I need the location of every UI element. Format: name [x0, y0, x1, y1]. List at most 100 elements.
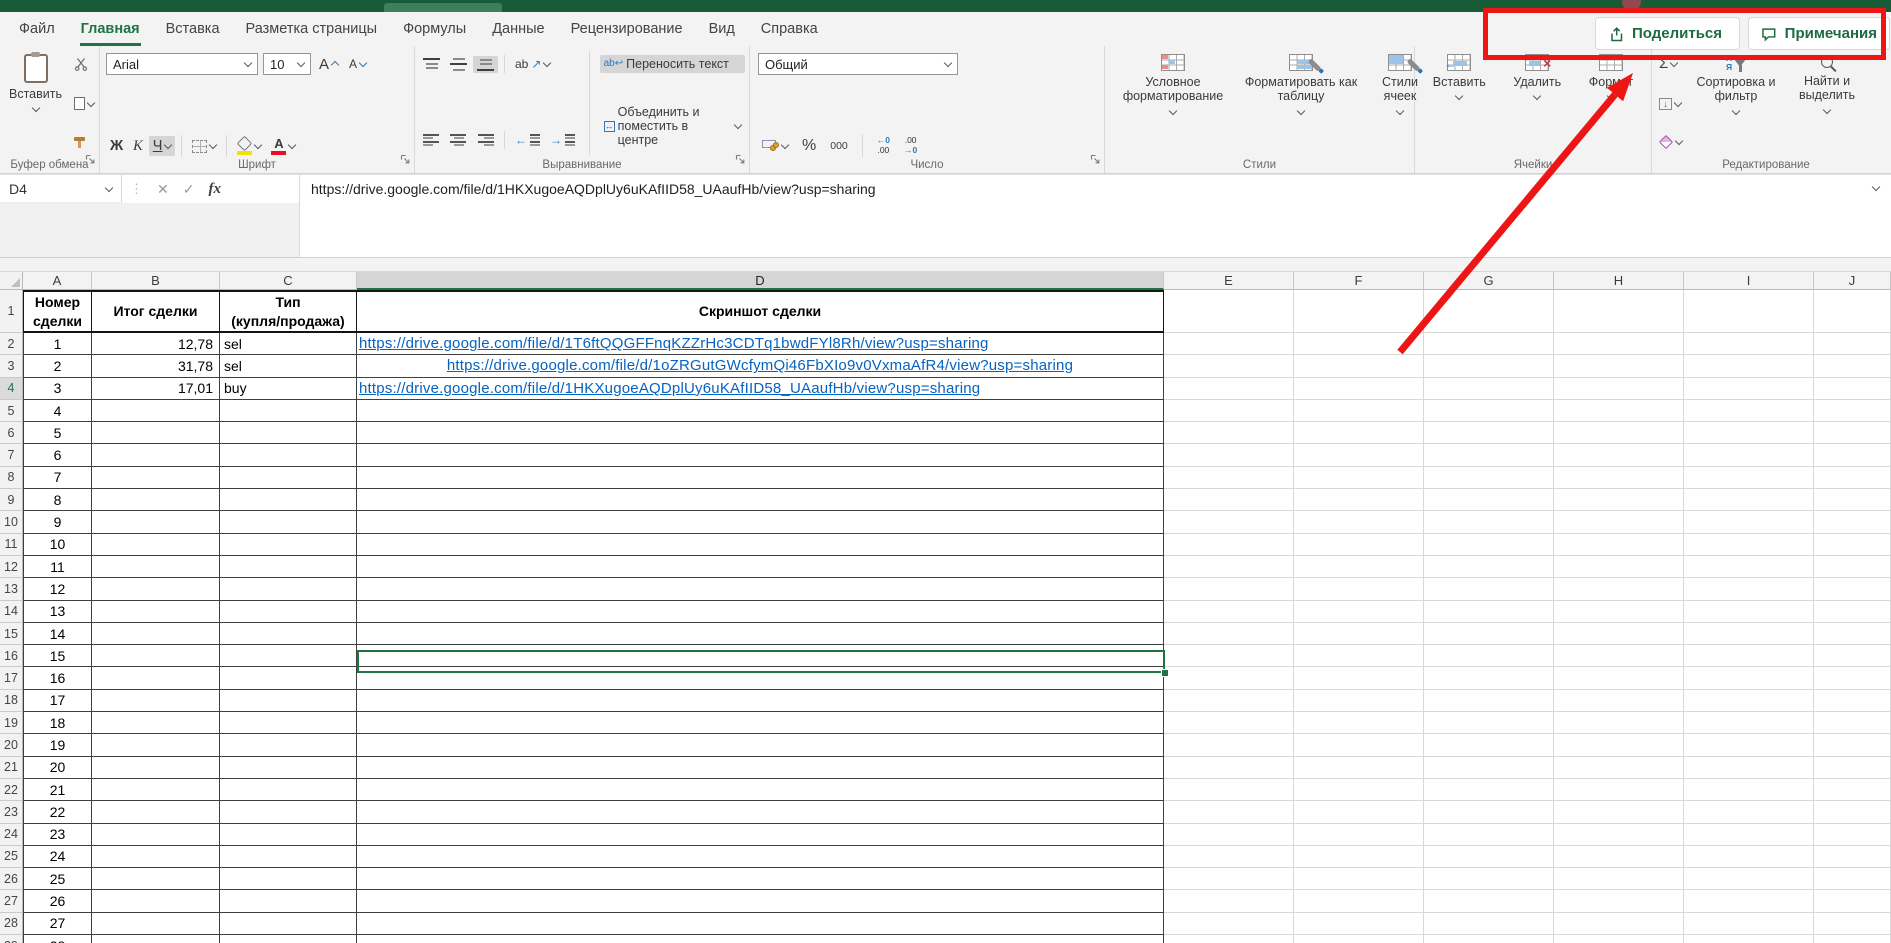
cell-C11[interactable]	[220, 533, 357, 556]
cell-F25[interactable]	[1294, 845, 1424, 869]
cell-G21[interactable]	[1424, 756, 1554, 779]
column-header-B[interactable]: B	[92, 272, 220, 290]
cell-G8[interactable]	[1424, 466, 1554, 490]
cell-I12[interactable]	[1684, 555, 1814, 579]
cell-J28[interactable]	[1814, 912, 1891, 936]
cell-D29[interactable]	[357, 935, 1164, 943]
cell-I5[interactable]	[1684, 399, 1814, 423]
cell-B27[interactable]	[92, 890, 220, 913]
borders-button[interactable]	[188, 138, 220, 155]
cell-H19[interactable]	[1554, 712, 1684, 735]
row-header-18[interactable]: 18	[0, 689, 23, 713]
row-header-21[interactable]: 21	[0, 756, 23, 779]
align-left-button[interactable]	[419, 132, 444, 149]
wrap-text-button[interactable]: ab↩ Переносить текст	[599, 55, 745, 73]
row-header-23[interactable]: 23	[0, 801, 23, 824]
cell-G18[interactable]	[1424, 689, 1554, 713]
decrease-decimal-button[interactable]: .00 →0	[900, 134, 921, 157]
cell-J2[interactable]	[1814, 333, 1891, 356]
cell-B15[interactable]	[92, 622, 220, 646]
cell-E11[interactable]	[1164, 533, 1294, 556]
cell-A8[interactable]: 7	[23, 466, 92, 490]
font-name-combo[interactable]: Arial	[106, 53, 258, 75]
cell-B20[interactable]	[92, 734, 220, 757]
cell-H18[interactable]	[1554, 689, 1684, 713]
cell-J11[interactable]	[1814, 533, 1891, 556]
cell-F15[interactable]	[1294, 622, 1424, 646]
cell-J12[interactable]	[1814, 555, 1891, 579]
cell-C3[interactable]: sel	[220, 355, 357, 378]
cut-button[interactable]	[71, 55, 97, 73]
cell-I6[interactable]	[1684, 422, 1814, 445]
cell-E9[interactable]	[1164, 489, 1294, 512]
column-header-H[interactable]: H	[1554, 272, 1684, 290]
cell-B22[interactable]	[92, 778, 220, 802]
cell-G19[interactable]	[1424, 712, 1554, 735]
column-header-A[interactable]: A	[23, 272, 92, 290]
cell-I10[interactable]	[1684, 511, 1814, 534]
cell-H21[interactable]	[1554, 756, 1684, 779]
cell-E27[interactable]	[1164, 890, 1294, 913]
cell-H27[interactable]	[1554, 890, 1684, 913]
cell-A21[interactable]: 20	[23, 756, 92, 779]
cell-D25[interactable]	[357, 845, 1164, 869]
cell-F2[interactable]	[1294, 333, 1424, 356]
cancel-icon[interactable]: ✕	[157, 181, 169, 198]
cell-C12[interactable]	[220, 555, 357, 579]
align-top-button[interactable]	[419, 56, 444, 73]
cell-D12[interactable]	[357, 555, 1164, 579]
tab-help[interactable]: Справка	[748, 12, 831, 46]
cell-B29[interactable]	[92, 935, 220, 943]
cell-F19[interactable]	[1294, 712, 1424, 735]
cell-G12[interactable]	[1424, 555, 1554, 579]
cell-C18[interactable]	[220, 689, 357, 713]
cell-G15[interactable]	[1424, 622, 1554, 646]
cell-I3[interactable]	[1684, 355, 1814, 378]
cell-B17[interactable]	[92, 667, 220, 690]
cell-C15[interactable]	[220, 622, 357, 646]
cell-I1[interactable]	[1684, 290, 1814, 333]
cell-H11[interactable]	[1554, 533, 1684, 556]
cell-D1[interactable]: Скриншот сделки	[357, 290, 1164, 333]
cell-I11[interactable]	[1684, 533, 1814, 556]
cell-J15[interactable]	[1814, 622, 1891, 646]
cell-F12[interactable]	[1294, 555, 1424, 579]
dialog-launcher-icon[interactable]	[1090, 151, 1100, 169]
cell-B3[interactable]: 31,78	[92, 355, 220, 378]
cell-E15[interactable]	[1164, 622, 1294, 646]
increase-decimal-button[interactable]: ←0.00	[873, 134, 894, 157]
tab-data[interactable]: Данные	[479, 12, 557, 46]
link-D2[interactable]: https://drive.google.com/file/d/1T6ftQQG…	[359, 335, 989, 352]
column-header-D[interactable]: D	[357, 272, 1164, 290]
column-header-C[interactable]: C	[220, 272, 357, 290]
cell-D24[interactable]	[357, 823, 1164, 846]
cell-F26[interactable]	[1294, 868, 1424, 891]
cell-F8[interactable]	[1294, 466, 1424, 490]
cell-G1[interactable]	[1424, 290, 1554, 333]
cell-H28[interactable]	[1554, 912, 1684, 936]
cell-H14[interactable]	[1554, 600, 1684, 623]
cell-I19[interactable]	[1684, 712, 1814, 735]
cell-E8[interactable]	[1164, 466, 1294, 490]
cell-I16[interactable]	[1684, 645, 1814, 668]
cell-J19[interactable]	[1814, 712, 1891, 735]
cell-D2[interactable]: https://drive.google.com/file/d/1T6ftQQG…	[357, 333, 1164, 356]
cell-I28[interactable]	[1684, 912, 1814, 936]
cell-F29[interactable]	[1294, 935, 1424, 943]
cell-A22[interactable]: 21	[23, 778, 92, 802]
column-header-F[interactable]: F	[1294, 272, 1424, 290]
cell-I14[interactable]	[1684, 600, 1814, 623]
cell-E2[interactable]	[1164, 333, 1294, 356]
cell-F11[interactable]	[1294, 533, 1424, 556]
cell-H9[interactable]	[1554, 489, 1684, 512]
row-header-28[interactable]: 28	[0, 912, 23, 936]
cell-H4[interactable]	[1554, 377, 1684, 400]
cell-A2[interactable]: 1	[23, 333, 92, 356]
cell-H13[interactable]	[1554, 578, 1684, 601]
row-header-22[interactable]: 22	[0, 778, 23, 802]
cell-H24[interactable]	[1554, 823, 1684, 846]
cell-A10[interactable]: 9	[23, 511, 92, 534]
cell-C21[interactable]	[220, 756, 357, 779]
cell-F7[interactable]	[1294, 444, 1424, 467]
merge-center-button[interactable]: ↔ Объединить и поместить в центре	[600, 103, 745, 149]
